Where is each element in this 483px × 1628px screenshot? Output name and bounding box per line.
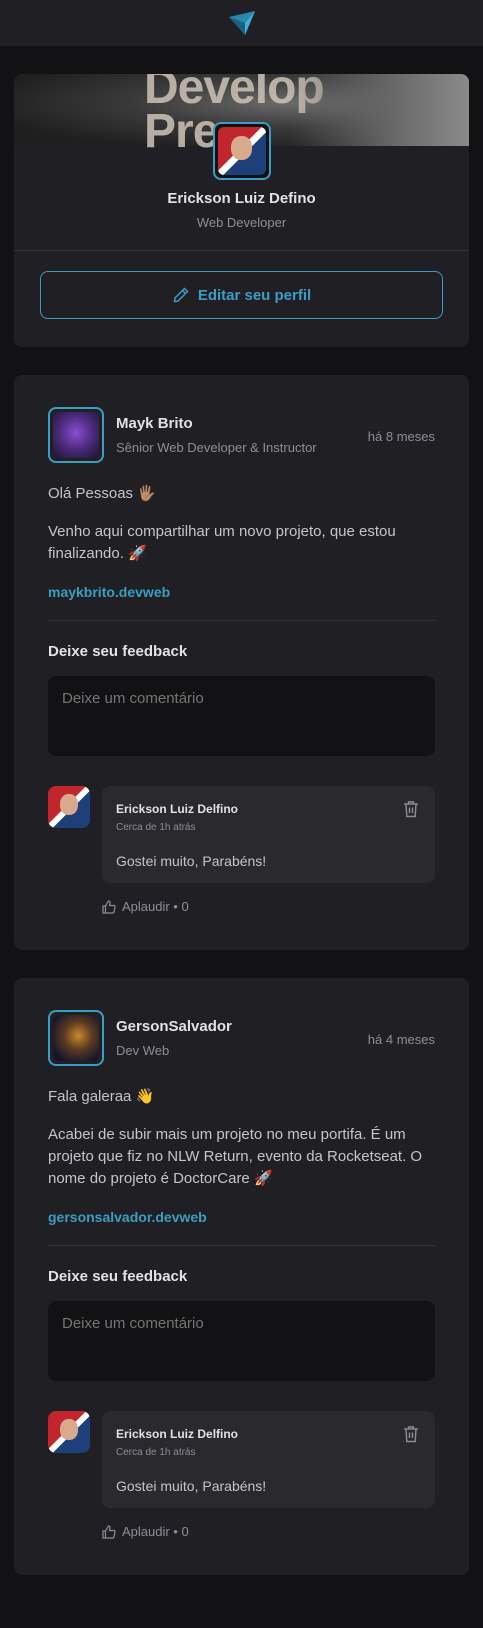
post-paragraph: Acabei de subir mais um projeto no meu p… xyxy=(48,1126,423,1187)
post-time: há 4 meses xyxy=(367,1032,435,1047)
applaud-label: Aplaudir • 0 xyxy=(122,899,189,914)
comment-avatar[interactable] xyxy=(48,786,90,828)
post-author-info: GersonSalvador Dev Web xyxy=(116,1010,368,1058)
comment: Erickson Luiz Delfino Cerca de 1h atrás … xyxy=(48,1411,435,1539)
cover-blur xyxy=(289,74,469,146)
profile-name: Erickson Luiz Defino xyxy=(167,190,316,207)
comment-input[interactable] xyxy=(48,676,435,756)
post-paragraph: Fala galeraa 👋 xyxy=(48,1088,155,1105)
app-header xyxy=(0,0,483,46)
profile-role: Web Developer xyxy=(196,215,287,230)
post-link[interactable]: gersonsalvador.devweb xyxy=(48,1206,207,1228)
avatar-photo xyxy=(53,1015,99,1061)
applaud-label: Aplaudir • 0 xyxy=(122,1524,189,1539)
profile-card: Develop Pre Erickson Luiz Defino Web Deve… xyxy=(14,74,469,347)
post-content: Fala galeraa 👋 Acabei de subir mais um p… xyxy=(48,1086,435,1229)
post-card: GersonSalvador Dev Web há 4 meses Fala g… xyxy=(14,978,469,1575)
post-time: há 8 meses xyxy=(367,429,435,444)
comment-bubble: Erickson Luiz Delfino Cerca de 1h atrás … xyxy=(102,786,435,883)
comment-author: Erickson Luiz Delfino xyxy=(116,1427,239,1441)
profile-avatar[interactable] xyxy=(212,122,271,180)
post-card: Mayk Brito Sênior Web Developer & Instru… xyxy=(14,375,469,950)
comment-input[interactable] xyxy=(48,1301,435,1381)
comment-text: Gostei muito, Parabéns! xyxy=(116,1478,267,1494)
thumbs-up-icon xyxy=(102,1524,116,1539)
post-author-role: Sênior Web Developer & Instructor xyxy=(116,440,317,455)
post-header: GersonSalvador Dev Web há 4 meses xyxy=(48,1010,435,1066)
thumbs-up-icon xyxy=(102,899,116,914)
comment-time: Cerca de 1h atrás xyxy=(116,1447,196,1458)
applaud-button[interactable]: Aplaudir • 0 xyxy=(102,1524,435,1539)
comment-bubble: Erickson Luiz Delfino Cerca de 1h atrás … xyxy=(102,1411,435,1508)
comment-author: Erickson Luiz Delfino xyxy=(116,802,239,816)
trash-icon[interactable] xyxy=(403,1425,419,1443)
post-author-avatar[interactable] xyxy=(48,1010,104,1066)
post-author-info: Mayk Brito Sênior Web Developer & Instru… xyxy=(116,407,368,455)
feedback-title: Deixe seu feedback xyxy=(48,1268,188,1285)
post-paragraph: Venho aqui compartilhar um novo projeto,… xyxy=(48,523,396,562)
avatar-photo xyxy=(217,127,266,175)
comment-time: Cerca de 1h atrás xyxy=(116,822,196,833)
edit-profile-label: Editar seu perfil xyxy=(197,286,312,304)
post-author-name: Mayk Brito xyxy=(116,415,193,432)
ignite-logo-icon xyxy=(228,11,255,35)
avatar-photo xyxy=(53,412,99,458)
edit-profile-button[interactable]: Editar seu perfil xyxy=(40,271,443,319)
applaud-button[interactable]: Aplaudir • 0 xyxy=(102,899,435,914)
post-link[interactable]: maykbrito.devweb xyxy=(48,581,170,603)
comment-avatar[interactable] xyxy=(48,1411,90,1453)
comment-body: Erickson Luiz Delfino Cerca de 1h atrás … xyxy=(102,1411,435,1539)
comment: Erickson Luiz Delfino Cerca de 1h atrás … xyxy=(48,786,435,914)
post-author-name: GersonSalvador xyxy=(116,1018,232,1035)
post-header: Mayk Brito Sênior Web Developer & Instru… xyxy=(48,407,435,463)
comment-text: Gostei muito, Parabéns! xyxy=(116,853,267,869)
post-author-avatar[interactable] xyxy=(48,407,104,463)
profile-divider xyxy=(14,250,469,251)
feedback-title: Deixe seu feedback xyxy=(48,643,188,660)
pencil-icon xyxy=(173,287,189,303)
post-content: Olá Pessoas 🖐🏽 Venho aqui compartilhar u… xyxy=(48,483,435,604)
post-author-role: Dev Web xyxy=(116,1043,170,1058)
post-paragraph: Olá Pessoas 🖐🏽 xyxy=(48,485,156,502)
post-divider xyxy=(48,620,435,621)
trash-icon[interactable] xyxy=(403,800,419,818)
comment-body: Erickson Luiz Delfino Cerca de 1h atrás … xyxy=(102,786,435,914)
post-divider xyxy=(48,1245,435,1246)
